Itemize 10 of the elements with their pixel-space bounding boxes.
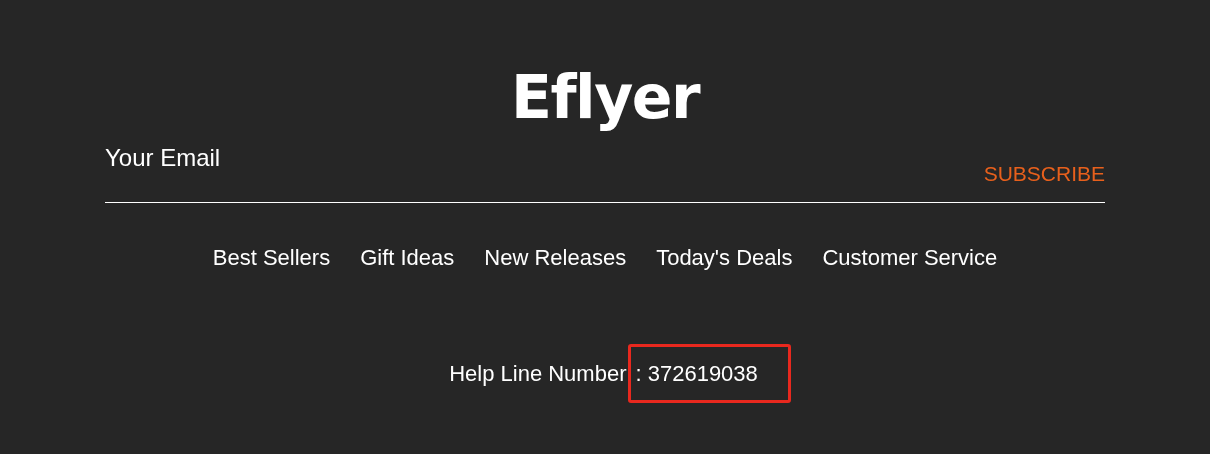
help-line-number: : 372619038	[628, 344, 791, 403]
nav-link[interactable]: Today's Deals	[656, 241, 793, 274]
email-field[interactable]: Your Email	[105, 140, 505, 176]
logo[interactable]: Eflyer	[510, 62, 700, 132]
nav-link[interactable]: Gift Ideas	[360, 241, 455, 274]
nav-link[interactable]: New Releases	[484, 241, 627, 274]
nav-link[interactable]: Customer Service	[822, 241, 998, 274]
help-line-label: Help Line Number	[449, 360, 627, 388]
nav-link[interactable]: Best Sellers	[212, 241, 331, 274]
subscribe-button[interactable]: SUBSCRIBE	[983, 162, 1105, 186]
